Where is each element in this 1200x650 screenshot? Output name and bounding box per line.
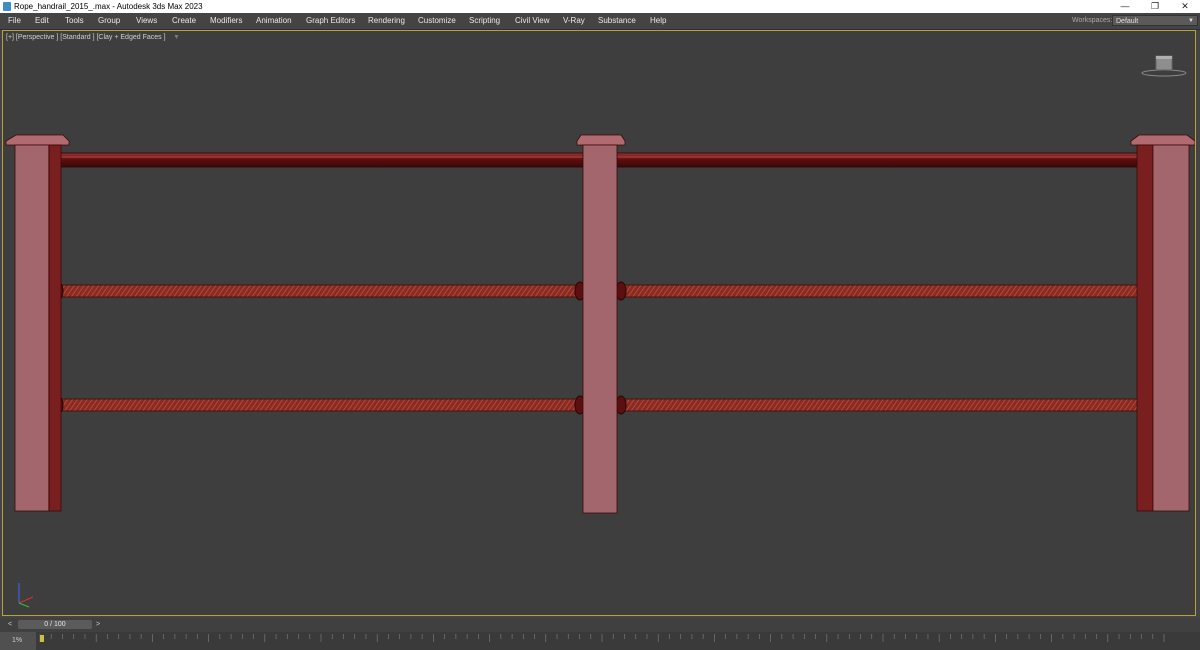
window-title: Rope_handrail_2015_.max - Autodesk 3ds M… bbox=[14, 2, 203, 11]
menu-views[interactable]: Views bbox=[136, 13, 157, 29]
viewcube-icon[interactable] bbox=[1139, 51, 1189, 79]
menu-animation[interactable]: Animation bbox=[256, 13, 292, 29]
restore-button[interactable]: ❐ bbox=[1140, 0, 1170, 13]
perspective-viewport[interactable]: [+] [Perspective ] [Standard ] [Clay + E… bbox=[2, 30, 1196, 616]
post-left bbox=[5, 134, 70, 512]
menu-substance[interactable]: Substance bbox=[598, 13, 636, 29]
filter-icon[interactable]: ▼ bbox=[173, 34, 180, 41]
frame-ruler[interactable] bbox=[38, 632, 1168, 650]
top-rail-left bbox=[48, 152, 584, 168]
percent-label: 1% bbox=[0, 632, 36, 650]
axis-gizmo-icon bbox=[18, 583, 34, 608]
time-slider[interactable]: < 0 / 100 > bbox=[0, 618, 1200, 632]
top-rail-right bbox=[616, 152, 1150, 168]
menu-scripting[interactable]: Scripting bbox=[469, 13, 500, 29]
chevron-down-icon: ▼ bbox=[1188, 18, 1194, 24]
menu-civil-view[interactable]: Civil View bbox=[515, 13, 550, 29]
time-next-button[interactable]: > bbox=[93, 620, 103, 629]
menu-rendering[interactable]: Rendering bbox=[368, 13, 405, 29]
menu-graph-editors[interactable]: Graph Editors bbox=[306, 13, 355, 29]
menu-vray[interactable]: V-Ray bbox=[563, 13, 585, 29]
current-frame-marker[interactable] bbox=[40, 635, 44, 642]
menu-bar: File Edit Tools Group Views Create Modif… bbox=[0, 13, 1200, 30]
post-right bbox=[1130, 134, 1195, 512]
menu-modifiers[interactable]: Modifiers bbox=[210, 13, 242, 29]
menu-tools[interactable]: Tools bbox=[65, 13, 84, 29]
rope-upper-left bbox=[52, 281, 586, 301]
scene-render bbox=[5, 134, 1195, 608]
app-icon bbox=[3, 2, 11, 11]
rope-lower-right bbox=[615, 395, 1149, 415]
post-middle bbox=[576, 134, 626, 514]
menu-customize[interactable]: Customize bbox=[418, 13, 456, 29]
time-counter[interactable]: 0 / 100 bbox=[18, 620, 92, 629]
menu-create[interactable]: Create bbox=[172, 13, 196, 29]
menu-edit[interactable]: Edit bbox=[35, 13, 49, 29]
close-button[interactable]: ✕ bbox=[1170, 0, 1200, 13]
viewport-label[interactable]: [+] [Perspective ] [Standard ] [Clay + E… bbox=[6, 34, 166, 41]
workspace-dropdown[interactable]: Default ▼ bbox=[1112, 15, 1198, 26]
menu-file[interactable]: File bbox=[8, 13, 21, 29]
menu-group[interactable]: Group bbox=[98, 13, 120, 29]
title-bar: Rope_handrail_2015_.max - Autodesk 3ds M… bbox=[0, 0, 1200, 13]
time-prev-button[interactable]: < bbox=[5, 620, 15, 629]
workspace-value: Default bbox=[1116, 18, 1139, 25]
track-bar[interactable]: 1% bbox=[0, 632, 1200, 650]
menu-help[interactable]: Help bbox=[650, 13, 666, 29]
rope-upper-right bbox=[615, 281, 1149, 301]
minimize-button[interactable]: — bbox=[1110, 0, 1140, 13]
workspaces-label: Workspaces: bbox=[1072, 17, 1113, 24]
rope-lower-left bbox=[52, 395, 586, 415]
